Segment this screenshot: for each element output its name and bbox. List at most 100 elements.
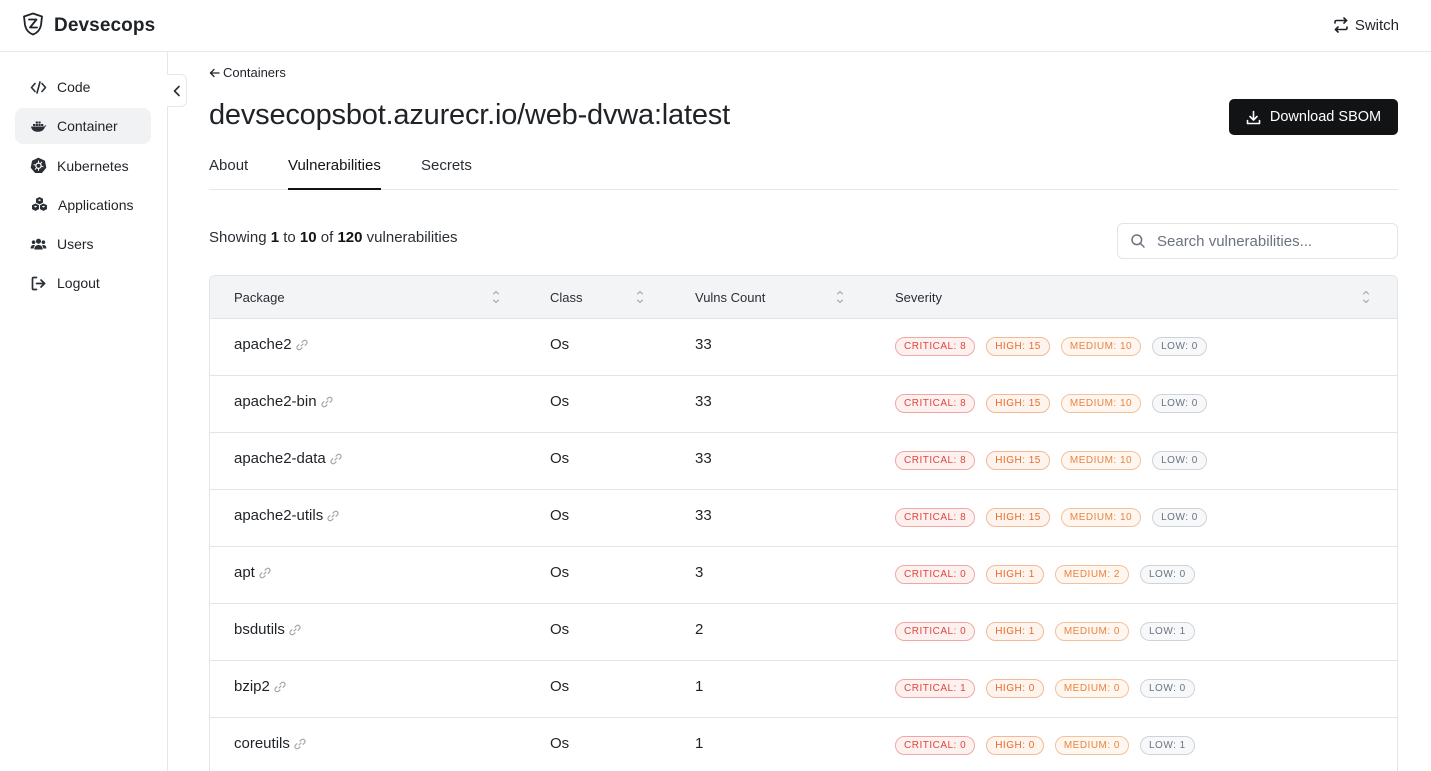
summary-prefix: Showing	[209, 229, 267, 246]
link-icon[interactable]	[259, 567, 271, 579]
sidebar-item-code[interactable]: Code	[15, 69, 151, 105]
package-name[interactable]: apache2-data	[234, 450, 326, 467]
sort-icon[interactable]	[1362, 289, 1370, 305]
download-icon	[1246, 110, 1261, 125]
search-box	[1117, 223, 1398, 259]
search-input[interactable]	[1157, 232, 1387, 250]
column-header-package[interactable]: Package	[234, 290, 285, 305]
sidebar-item-label: Logout	[57, 275, 100, 292]
download-sbom-button[interactable]: Download SBOM	[1229, 99, 1398, 135]
sidebar-item-users[interactable]: Users	[15, 226, 151, 262]
column-header-vulns-count[interactable]: Vulns Count	[695, 290, 765, 305]
link-icon[interactable]	[327, 510, 339, 522]
class-cell: Os	[550, 393, 570, 410]
sort-icon[interactable]	[636, 289, 644, 305]
medium-badge: MEDIUM: 0	[1054, 622, 1129, 641]
package-cell: bsdutils	[234, 621, 301, 638]
sidebar-item-kubernetes[interactable]: Kubernetes	[15, 148, 151, 184]
package-cell: apache2-data	[234, 450, 342, 467]
medium-badge: MEDIUM: 10	[1060, 337, 1142, 356]
sidebar-item-container[interactable]: Container	[15, 108, 151, 145]
table-row[interactable]: bsdutils Os 2 CRITICAL: 0 HIGH: 1 MEDIUM…	[210, 604, 1397, 661]
critical-badge: CRITICAL: 8	[895, 451, 976, 470]
vulns-count-cell: 33	[695, 336, 712, 353]
vulns-count-cell: 1	[695, 735, 704, 752]
table-row[interactable]: apache2 Os 33 CRITICAL: 8 HIGH: 15 MEDIU…	[210, 319, 1397, 376]
tab-vulnerabilities[interactable]: Vulnerabilities	[288, 157, 381, 190]
table-row[interactable]: apache2-utils Os 33 CRITICAL: 8 HIGH: 15…	[210, 490, 1397, 547]
low-badge: LOW: 1	[1139, 736, 1195, 755]
vulns-count-cell: 33	[695, 393, 712, 410]
package-name[interactable]: apt	[234, 564, 255, 581]
arrow-left-icon	[209, 68, 220, 78]
class-cell: Os	[550, 507, 570, 524]
back-to-containers-link[interactable]: Containers	[209, 65, 286, 80]
link-icon[interactable]	[330, 453, 342, 465]
chevron-left-icon	[172, 85, 182, 97]
docker-icon	[30, 118, 47, 135]
medium-badge: MEDIUM: 0	[1054, 679, 1129, 698]
tab-secrets[interactable]: Secrets	[421, 157, 472, 190]
boxes-icon	[31, 196, 48, 213]
medium-badge: MEDIUM: 10	[1060, 394, 1142, 413]
swap-icon	[1333, 17, 1349, 33]
package-name[interactable]: apache2-bin	[234, 393, 317, 410]
summary-of-word: of	[320, 229, 334, 246]
results-summary: Showing 1 to 10 of 120 vulnerabilities	[209, 229, 458, 246]
medium-badge: MEDIUM: 0	[1054, 736, 1129, 755]
high-badge: HIGH: 15	[986, 508, 1050, 527]
package-name[interactable]: bzip2	[234, 678, 270, 695]
package-name[interactable]: apache2	[234, 336, 292, 353]
brand[interactable]: Devsecops	[22, 12, 155, 40]
table-row[interactable]: bzip2 Os 1 CRITICAL: 1 HIGH: 0 MEDIUM: 0…	[210, 661, 1397, 718]
tab-about[interactable]: About	[209, 157, 248, 190]
table-row[interactable]: apache2-bin Os 33 CRITICAL: 8 HIGH: 15 M…	[210, 376, 1397, 433]
switch-button[interactable]: Switch	[1333, 14, 1399, 36]
low-badge: LOW: 1	[1139, 622, 1195, 641]
summary-from: 1	[270, 229, 280, 246]
table-row[interactable]: apt Os 3 CRITICAL: 0 HIGH: 1 MEDIUM: 2 L…	[210, 547, 1397, 604]
column-header-class[interactable]: Class	[550, 290, 583, 305]
link-icon[interactable]	[289, 624, 301, 636]
page-title: devsecopsbot.azurecr.io/web-dvwa:latest	[209, 99, 730, 131]
high-badge: HIGH: 1	[986, 622, 1044, 641]
package-cell: bzip2	[234, 678, 286, 695]
medium-badge: MEDIUM: 2	[1054, 565, 1129, 584]
package-cell: apache2	[234, 336, 308, 353]
logout-icon	[30, 275, 47, 292]
table-row[interactable]: coreutils Os 1 CRITICAL: 0 HIGH: 0 MEDIU…	[210, 718, 1397, 771]
high-badge: HIGH: 15	[986, 337, 1050, 356]
sidebar-item-applications[interactable]: Applications	[15, 187, 151, 223]
severity-badges: CRITICAL: 0 HIGH: 0 MEDIUM: 0 LOW: 1	[895, 736, 1195, 755]
package-name[interactable]: bsdutils	[234, 621, 285, 638]
link-icon[interactable]	[295, 339, 308, 351]
link-icon[interactable]	[320, 396, 333, 408]
package-name[interactable]: apache2-utils	[234, 507, 323, 524]
low-badge: LOW: 0	[1139, 679, 1195, 698]
vulns-count-cell: 33	[695, 450, 712, 467]
table-row[interactable]: apache2-data Os 33 CRITICAL: 8 HIGH: 15 …	[210, 433, 1397, 490]
summary-suffix: vulnerabilities	[366, 229, 458, 246]
class-cell: Os	[550, 735, 570, 752]
collapse-sidebar-button[interactable]	[167, 74, 187, 107]
class-cell: Os	[550, 336, 570, 353]
download-sbom-label: Download SBOM	[1269, 109, 1382, 125]
sort-icon[interactable]	[836, 289, 844, 305]
package-cell: coreutils	[234, 735, 306, 752]
column-header-severity[interactable]: Severity	[895, 290, 942, 305]
link-icon[interactable]	[294, 738, 306, 750]
medium-badge: MEDIUM: 10	[1060, 451, 1142, 470]
vulns-count-cell: 3	[695, 564, 704, 581]
vulns-count-cell: 1	[695, 678, 704, 695]
link-icon[interactable]	[274, 681, 286, 693]
class-cell: Os	[550, 621, 570, 638]
back-label: Containers	[223, 65, 286, 80]
code-icon	[30, 79, 47, 96]
severity-badges: CRITICAL: 8 HIGH: 15 MEDIUM: 10 LOW: 0	[895, 508, 1207, 527]
severity-badges: CRITICAL: 1 HIGH: 0 MEDIUM: 0 LOW: 0	[895, 679, 1195, 698]
sort-icon[interactable]	[492, 289, 500, 305]
kubernetes-icon	[30, 157, 47, 174]
sidebar-nav: Code Container Kubernetes Applications U…	[15, 69, 151, 305]
sidebar-item-logout[interactable]: Logout	[15, 265, 151, 301]
package-name[interactable]: coreutils	[234, 735, 290, 752]
